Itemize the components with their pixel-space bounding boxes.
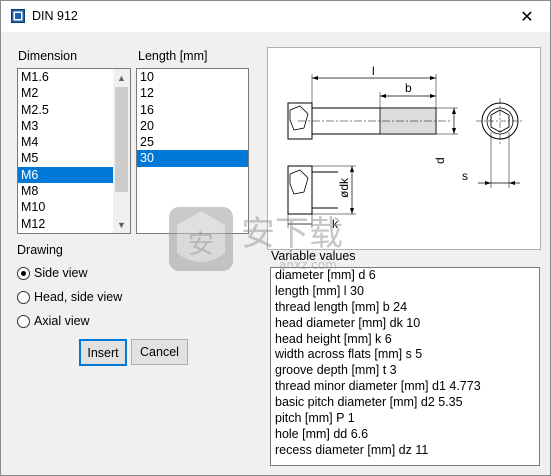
dim-k-label: k xyxy=(332,217,339,231)
dimension-item[interactable]: M10 xyxy=(18,199,113,215)
radio-label: Side view xyxy=(34,266,88,280)
din-app-icon xyxy=(11,9,25,23)
variables-label: Variable values xyxy=(271,249,356,263)
dim-l-label: l xyxy=(372,64,375,78)
radio-axial-view[interactable]: Axial view xyxy=(17,314,90,328)
dimension-item[interactable]: M8 xyxy=(18,183,113,199)
screw-diagram: l b d ødk k s xyxy=(287,64,524,231)
dimension-item[interactable]: M2.5 xyxy=(18,102,113,118)
title-bar: DIN 912 ✕ xyxy=(1,1,550,32)
radio-label: Head, side view xyxy=(34,290,123,304)
dim-dk-label: ødk xyxy=(337,177,351,198)
dimension-item[interactable]: M5 xyxy=(18,150,113,166)
variable-line: basic pitch diameter [mm] d2 5.35 xyxy=(275,395,463,410)
length-item[interactable]: 20 xyxy=(137,118,248,134)
variable-line: pitch [mm] P 1 xyxy=(275,411,355,426)
length-item[interactable]: 10 xyxy=(137,69,248,85)
dimension-listbox[interactable]: M1.6 M2 M2.5 M3 M4 M5 M6 M8 M10 M12 ▲ ▼ xyxy=(17,68,131,234)
variable-line: head height [mm] k 6 xyxy=(275,331,392,346)
variable-line: thread minor diameter [mm] d1 4.773 xyxy=(275,379,481,394)
cancel-button[interactable]: Cancel xyxy=(131,339,188,365)
length-listbox[interactable]: 10 12 16 20 25 30 xyxy=(136,68,249,234)
dimension-item[interactable]: M3 xyxy=(18,118,113,134)
dimension-item[interactable]: M2 xyxy=(18,85,113,101)
window-title: DIN 912 xyxy=(32,9,78,23)
scroll-up-icon[interactable]: ▲ xyxy=(113,69,130,86)
length-items: 10 12 16 20 25 30 xyxy=(137,69,248,167)
watermark-glyph: 安 xyxy=(188,230,214,260)
variable-line: diameter [mm] d 6 xyxy=(275,268,376,282)
length-item[interactable]: 25 xyxy=(137,134,248,150)
radio-button[interactable] xyxy=(17,266,30,280)
insert-button[interactable]: Insert xyxy=(79,339,127,366)
variable-line: hole [mm] dd 6.6 xyxy=(275,426,369,441)
variable-line: width across flats [mm] s 5 xyxy=(275,347,423,362)
dim-s-label: s xyxy=(462,169,468,183)
dimension-item[interactable]: M6 xyxy=(18,166,113,184)
length-item[interactable]: 30 xyxy=(137,150,248,167)
dimension-item[interactable]: M4 xyxy=(18,134,113,150)
variable-line: thread length [mm] b 24 xyxy=(275,299,408,314)
dimension-label: Dimension xyxy=(18,49,78,63)
close-button[interactable]: ✕ xyxy=(504,1,550,32)
length-label: Length [mm] xyxy=(138,49,208,63)
variables-textbox[interactable]: diameter [mm] d 6 length [mm] l 30 thread … xyxy=(270,267,540,466)
dim-b-label: b xyxy=(405,81,412,95)
dimension-item[interactable]: M12 xyxy=(18,216,113,232)
radio-side-view[interactable]: Side view xyxy=(17,266,88,280)
drawing-label: Drawing xyxy=(17,243,63,257)
variable-line: recess diameter [mm] dz 11 xyxy=(275,442,429,457)
radio-button[interactable] xyxy=(17,314,30,328)
scroll-down-icon[interactable]: ▼ xyxy=(113,216,130,233)
radio-head-side-view[interactable]: Head, side view xyxy=(17,290,122,304)
dialog-window: DIN 912 ✕ Dimension M1.6 M2 M2.5 M3 M4 M5 M6 M8… xyxy=(0,0,551,476)
dimension-item[interactable]: M1.6 xyxy=(18,69,113,85)
variable-line: head diameter [mm] dk 10 xyxy=(275,315,421,330)
variable-line: length [mm] l 30 xyxy=(275,283,364,298)
scroll-thumb[interactable] xyxy=(115,87,128,192)
dimension-scrollbar[interactable]: ▲ ▼ xyxy=(113,69,130,233)
close-icon: ✕ xyxy=(520,8,534,26)
screw-drawing-panel: l b d ødk k s xyxy=(267,47,541,250)
length-item[interactable]: 16 xyxy=(137,102,248,118)
radio-button[interactable] xyxy=(17,290,30,304)
dim-d-label: d xyxy=(433,157,447,164)
variable-line: groove depth [mm] t 3 xyxy=(275,363,397,378)
length-item[interactable]: 12 xyxy=(137,85,248,101)
radio-label: Axial view xyxy=(34,314,90,328)
